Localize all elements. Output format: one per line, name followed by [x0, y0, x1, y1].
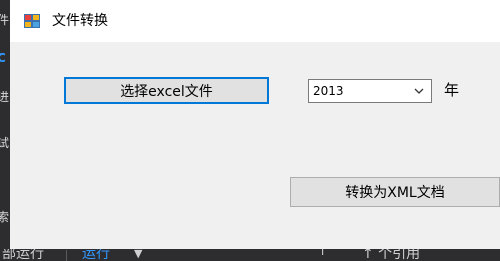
window-title: 文件转换	[52, 13, 108, 29]
status-references: ↑ 个引用	[362, 249, 421, 261]
status-separator	[66, 250, 67, 261]
status-dropdown-icon[interactable]: ▼	[134, 249, 142, 261]
convert-to-xml-button[interactable]: 转换为XML文档	[290, 177, 500, 207]
select-excel-button[interactable]: 选择excel文件	[64, 77, 269, 104]
status-item: 「	[313, 249, 327, 261]
status-run-link[interactable]: 运行	[82, 249, 110, 261]
background-ide-left-strip: 件 C 进 试 · 索	[0, 0, 10, 261]
background-ide-statusbar: 部运行 运行 ▼ 「 ↑ 个引用	[0, 249, 500, 261]
year-select-value: 2013	[313, 84, 344, 98]
year-unit-label: 年	[444, 81, 460, 99]
chevron-down-icon[interactable]	[414, 87, 424, 95]
app-grid-icon	[24, 14, 40, 28]
year-select[interactable]: 2013	[308, 79, 432, 103]
status-item: 部运行	[2, 249, 44, 261]
file-convert-window: 文件转换 选择excel文件 2013 年 转换为XML文档	[10, 0, 500, 249]
title-bar: 文件转换	[10, 0, 500, 42]
